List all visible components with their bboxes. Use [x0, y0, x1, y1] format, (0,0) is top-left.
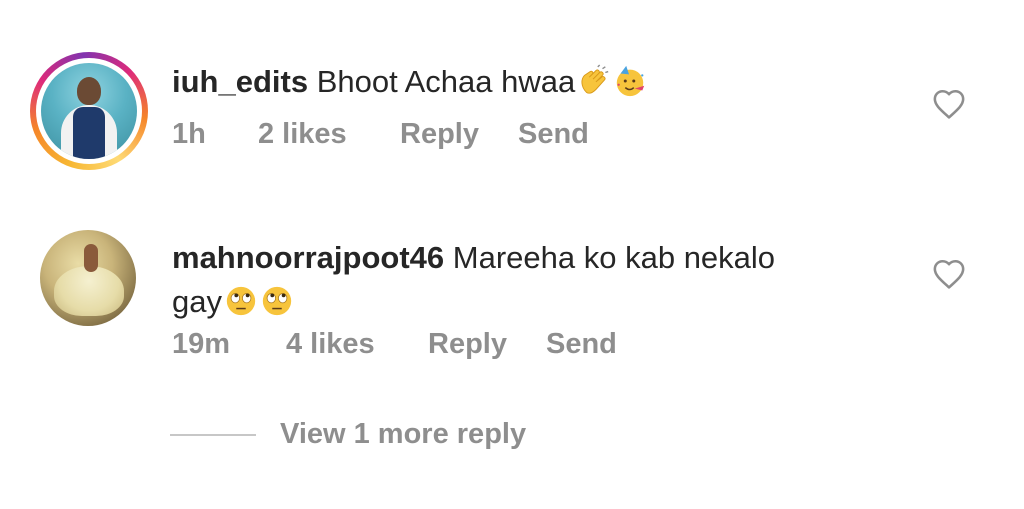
comment-body: iuh_edits Bhoot Achaa hwaa [172, 60, 892, 104]
send-button[interactable]: Send [518, 118, 589, 151]
comment-body: mahnoorrajpoot46 Mareeha ko kab nekalo g… [172, 236, 892, 324]
send-button[interactable]: Send [546, 328, 617, 361]
comment-likes-count[interactable]: 2 likes [258, 118, 400, 151]
comment-meta: 1h 2 likes Reply Send [172, 118, 589, 151]
comment-likes-count[interactable]: 4 likes [286, 328, 428, 361]
face-with-rolling-eyes-emoji [226, 286, 256, 316]
comment-username[interactable]: mahnoorrajpoot46 [172, 240, 444, 275]
reply-button[interactable]: Reply [428, 328, 546, 361]
face-with-rolling-eyes-emoji [262, 286, 292, 316]
heart-outline-icon[interactable] [932, 88, 966, 120]
comment-text-line2: gay [172, 284, 222, 319]
comment-time: 1h [172, 118, 206, 150]
comment-item: mahnoorrajpoot46 Mareeha ko kab nekalo g… [0, 228, 1024, 368]
partying-face-emoji [617, 65, 645, 97]
comment-meta: 19m 4 likes Reply Send [172, 328, 617, 361]
comment-text-line1: Mareeha ko kab nekalo [452, 240, 776, 275]
comment-time: 19m [172, 328, 231, 360]
view-more-replies-label[interactable]: View 1 more reply [280, 418, 526, 451]
divider-line [170, 433, 256, 436]
comments-panel: iuh_edits Bhoot Achaa hwaa 1h 2 likes Re… [0, 0, 1024, 509]
reply-button[interactable]: Reply [400, 118, 518, 151]
avatar [41, 63, 137, 159]
avatar-with-story-ring[interactable] [30, 52, 148, 170]
comment-username[interactable]: iuh_edits [172, 64, 308, 99]
comment-text: Bhoot Achaa hwaa [316, 64, 576, 99]
heart-outline-icon[interactable] [932, 258, 966, 290]
comment-item: iuh_edits Bhoot Achaa hwaa 1h 2 likes Re… [0, 52, 1024, 172]
view-more-replies[interactable]: View 1 more reply [170, 418, 526, 451]
clapping-hands-emoji [581, 64, 609, 94]
avatar[interactable] [40, 230, 136, 326]
